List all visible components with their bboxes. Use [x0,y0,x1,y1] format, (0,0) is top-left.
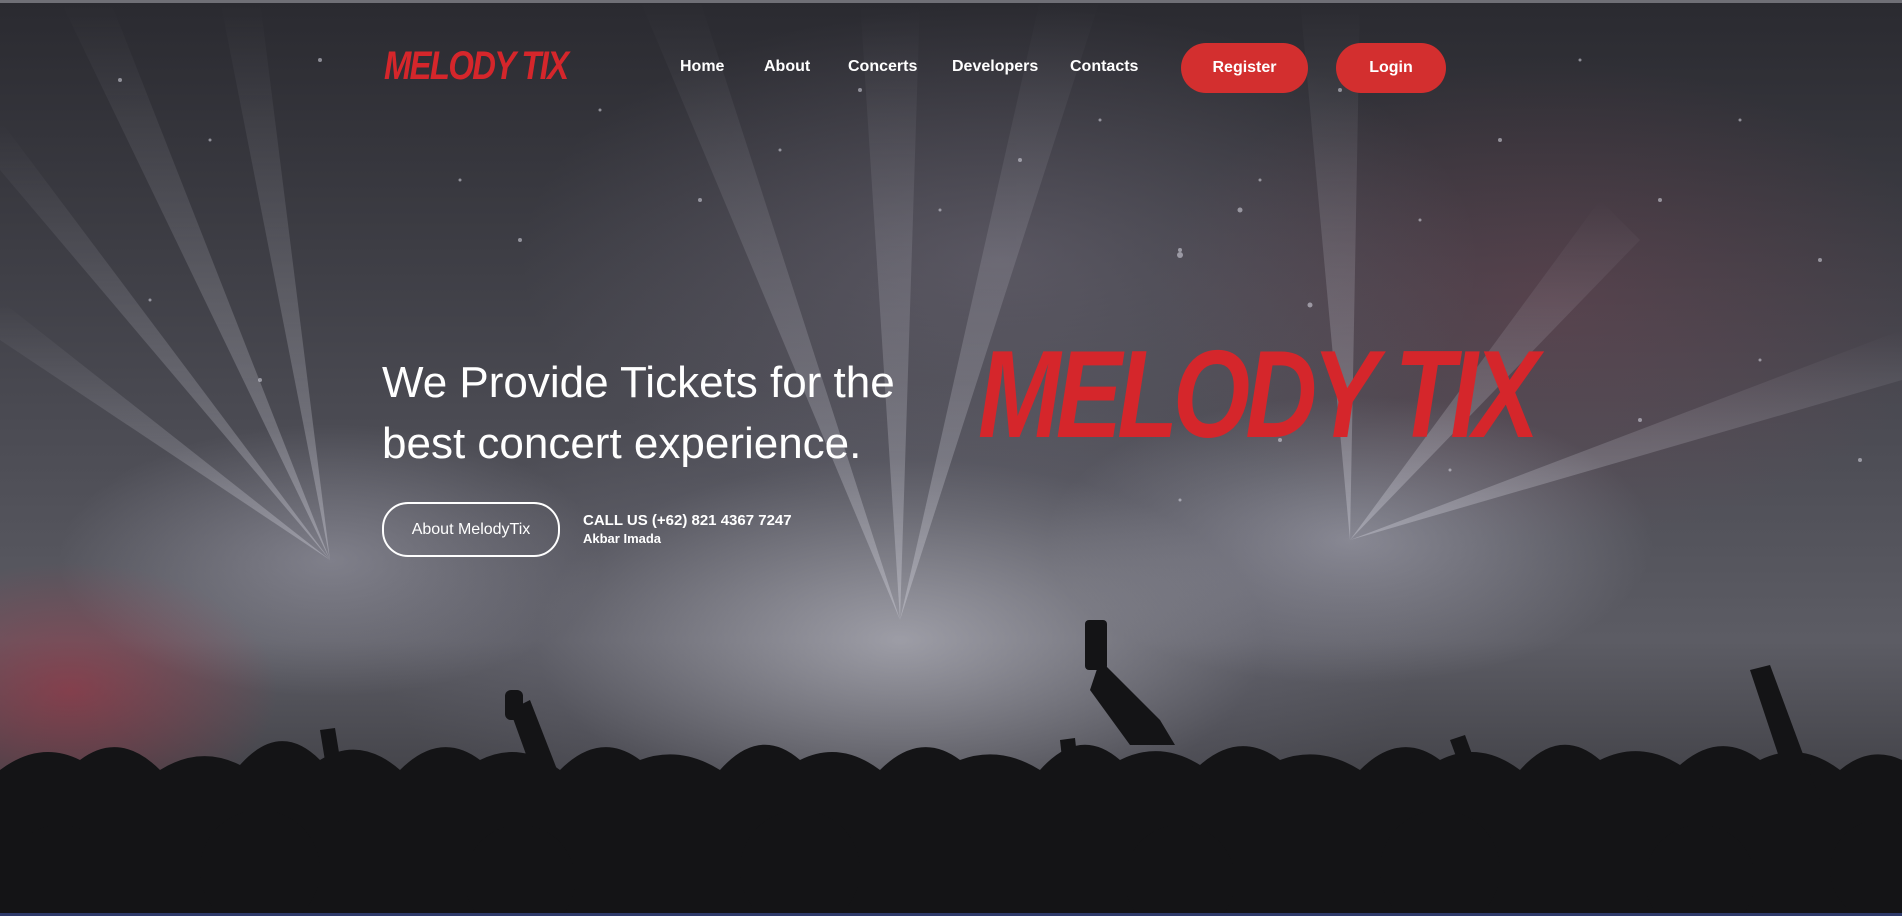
hero-section: MELODY TIX Home About Concerts Developer… [0,0,1902,916]
hero-headline-line1: We Provide Tickets for the [382,358,895,407]
register-button[interactable]: Register [1181,43,1308,93]
nav-item-contacts[interactable]: Contacts [1070,58,1138,76]
header-logo[interactable]: MELODY TIX [384,44,569,89]
nav-item-home[interactable]: Home [680,58,724,76]
nav-item-concerts[interactable]: Concerts [848,58,917,76]
concert-crowd-background [0,0,1902,916]
login-button[interactable]: Login [1336,43,1446,93]
call-us-block: CALL US (+62) 821 4367 7247 Akbar Imada [583,512,792,546]
contact-name: Akbar Imada [583,531,662,546]
about-melodytix-button[interactable]: About MelodyTix [382,502,560,557]
hero-headline-line2: best concert experience. [382,419,862,468]
top-border [0,0,1902,3]
hero-headline: We Provide Tickets for the best concert … [382,352,942,474]
hero-logo: MELODY TIX [978,326,1539,464]
call-us-phone[interactable]: CALL US (+62) 821 4367 7247 [583,512,792,529]
nav-item-about[interactable]: About [764,58,810,76]
nav-item-developers[interactable]: Developers [952,58,1038,76]
